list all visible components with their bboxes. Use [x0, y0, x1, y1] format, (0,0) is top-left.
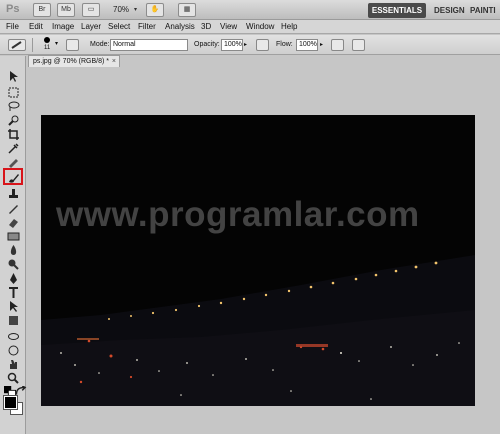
- brush-panel-toggle[interactable]: [66, 39, 79, 51]
- watermark-text: www.programlar.com: [56, 195, 420, 234]
- hand-tool-button[interactable]: ✋: [146, 3, 164, 17]
- menu-file[interactable]: File: [6, 22, 19, 31]
- workspace-painting[interactable]: PAINTI: [470, 3, 496, 18]
- launch-mini-bridge-button[interactable]: Mb: [57, 3, 75, 17]
- shape-tool-icon[interactable]: [7, 314, 20, 327]
- opacity-label: Opacity:: [194, 41, 220, 48]
- quick-selection-tool-icon[interactable]: [7, 114, 20, 127]
- 3d-rotate-tool-icon[interactable]: [7, 330, 20, 343]
- document-canvas[interactable]: www.programlar.com: [41, 115, 475, 406]
- tool-preset-picker[interactable]: [8, 39, 26, 51]
- pressure-size-toggle[interactable]: [352, 39, 365, 51]
- crop-tool-icon[interactable]: [7, 128, 20, 141]
- foreground-color-swatch[interactable]: [3, 395, 18, 410]
- menu-edit[interactable]: Edit: [29, 22, 43, 31]
- city-night-image: [41, 115, 475, 406]
- swap-colors-icon[interactable]: [15, 386, 27, 395]
- history-brush-tool-icon[interactable]: [7, 202, 20, 215]
- selected-tool-highlight: [3, 168, 23, 185]
- close-document-icon[interactable]: ×: [112, 56, 116, 67]
- menu-3d[interactable]: 3D: [201, 22, 211, 31]
- flow-label: Flow:: [276, 41, 293, 48]
- 3d-orbit-tool-icon[interactable]: [7, 344, 20, 357]
- menu-help[interactable]: Help: [281, 22, 297, 31]
- view-extras-button[interactable]: ▭: [82, 3, 100, 17]
- gradient-tool-icon[interactable]: [7, 230, 20, 243]
- document-tab-title: ps.jpg @ 70% (RGB/8) *: [33, 58, 109, 65]
- options-bar: 11 ▾ Mode: Normal Opacity: 100% ▸ Flow: …: [0, 35, 500, 55]
- menu-analysis[interactable]: Analysis: [165, 22, 195, 31]
- default-colors-icon[interactable]: [4, 386, 16, 398]
- pressure-opacity-toggle[interactable]: [256, 39, 269, 51]
- hand-tool-icon[interactable]: [7, 358, 20, 371]
- path-selection-tool-icon[interactable]: [7, 300, 20, 313]
- blur-tool-icon[interactable]: [7, 244, 20, 257]
- brush-tip-icon[interactable]: [44, 37, 50, 43]
- airbrush-toggle[interactable]: [331, 39, 344, 51]
- application-bar: Ps Br Mb ▭ 70% ▾ ✋ ▦ ESSENTIALS DESIGN P…: [0, 0, 500, 20]
- eraser-tool-icon[interactable]: [7, 216, 20, 229]
- eyedropper-tool-icon[interactable]: [7, 142, 20, 155]
- workspace-design[interactable]: DESIGN: [434, 3, 465, 18]
- launch-bridge-button[interactable]: Br: [33, 3, 51, 17]
- arrange-documents-button[interactable]: ▦: [178, 3, 196, 17]
- opacity-input[interactable]: 100%: [221, 39, 243, 51]
- lasso-tool-icon[interactable]: [7, 100, 20, 113]
- flow-dropdown-icon[interactable]: ▸: [320, 41, 323, 48]
- workspace-essentials[interactable]: ESSENTIALS: [368, 3, 426, 18]
- opacity-dropdown-icon[interactable]: ▸: [244, 41, 247, 48]
- separator: [32, 38, 33, 52]
- menu-window[interactable]: Window: [246, 22, 274, 31]
- menu-select[interactable]: Select: [108, 22, 130, 31]
- flow-input[interactable]: 100%: [296, 39, 318, 51]
- menu-image[interactable]: Image: [52, 22, 74, 31]
- move-tool-icon[interactable]: [7, 70, 20, 83]
- brush-size-value: 11: [44, 45, 51, 51]
- mode-select[interactable]: Normal: [110, 39, 188, 51]
- mode-label: Mode:: [90, 41, 110, 48]
- menu-filter[interactable]: Filter: [138, 22, 156, 31]
- photoshop-logo: Ps: [6, 3, 20, 15]
- pen-tool-icon[interactable]: [7, 272, 20, 285]
- dodge-tool-icon[interactable]: [7, 258, 20, 271]
- type-tool-icon[interactable]: [7, 286, 20, 299]
- document-tab[interactable]: ps.jpg @ 70% (RGB/8) * ×: [28, 55, 120, 67]
- brush-picker-dropdown-icon[interactable]: ▾: [55, 40, 58, 47]
- marquee-tool-icon[interactable]: [7, 86, 20, 99]
- zoom-tool-icon[interactable]: [7, 372, 20, 385]
- menu-bar: File Edit Image Layer Select Filter Anal…: [0, 20, 500, 34]
- zoom-level-select[interactable]: 70%: [113, 5, 129, 14]
- zoom-dropdown-icon: ▾: [134, 7, 138, 13]
- clone-stamp-tool-icon[interactable]: [7, 188, 20, 201]
- menu-layer[interactable]: Layer: [81, 22, 101, 31]
- menu-view[interactable]: View: [220, 22, 237, 31]
- brush-preset-icon: [11, 41, 22, 49]
